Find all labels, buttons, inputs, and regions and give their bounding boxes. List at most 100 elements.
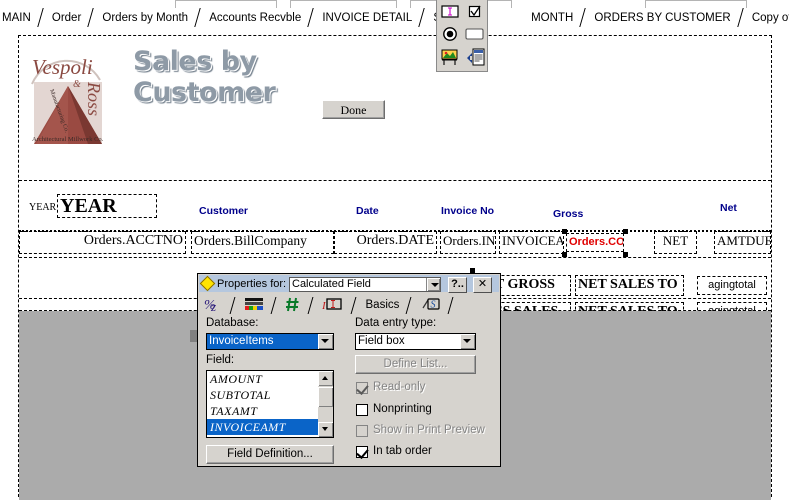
tab-stub-row (0, 0, 789, 8)
summary-row-1-agingtotal[interactable]: agingtotal (697, 276, 767, 295)
in-tab-order-label: In tab order (373, 445, 432, 457)
chevron-down-icon[interactable] (318, 334, 333, 349)
field-amtdue[interactable]: AMTDUE (714, 231, 771, 254)
done-button[interactable]: Done (322, 100, 385, 119)
properties-dialog-titlebar[interactable]: Properties for: Calculated Field ?.. ✕ (199, 275, 499, 293)
close-button[interactable]: ✕ (473, 277, 492, 293)
field-tab[interactable]: I (319, 296, 347, 315)
picture-easel-icon (441, 49, 457, 65)
hash-icon (286, 297, 299, 312)
checkbox-box[interactable] (356, 404, 368, 416)
form-tools-palette[interactable] (436, 0, 488, 72)
field-list-item[interactable]: SUBTOTAL (207, 387, 333, 403)
scroll-up-arrow[interactable] (318, 371, 333, 386)
svg-text:S: S (430, 300, 435, 311)
year-field[interactable]: YEAR (57, 194, 157, 218)
tool-row-1 (437, 0, 487, 22)
properties-dialog[interactable]: Properties for: Calculated Field ?.. ✕ %… (197, 273, 501, 467)
field-net[interactable]: NET (654, 231, 697, 254)
field-list-scrollbar[interactable] (318, 371, 333, 437)
object-selector-value: Calculated Field (292, 278, 371, 290)
field-invoicea[interactable]: INVOICEA (499, 231, 564, 254)
chevron-down-icon[interactable] (460, 334, 475, 349)
subform-tool[interactable] (462, 44, 487, 70)
field-orders-co-selected[interactable]: Orders.CO (566, 233, 624, 252)
scroll-thumb[interactable] (318, 387, 333, 407)
rounded-button-icon (464, 28, 484, 40)
image-tool[interactable] (437, 44, 462, 70)
data-entry-type-label: Data entry type: (355, 317, 437, 329)
tab-separator (578, 8, 589, 28)
database-combo[interactable]: InvoiceItems (206, 333, 334, 350)
button-tool[interactable] (462, 22, 487, 46)
basics-tab[interactable]: Basics (363, 296, 403, 315)
field-list[interactable]: AMOUNT SUBTOTAL TAXAMT INVOICEAMT (206, 370, 334, 438)
tab-month[interactable]: MONTH (529, 8, 575, 28)
selection-handle[interactable] (562, 229, 567, 234)
radio-button-tool[interactable] (437, 22, 462, 46)
company-logo: Vespoli & Ross Manufacturing Co. Archite… (26, 44, 110, 154)
tab-separator (193, 8, 204, 28)
field-orders-in[interactable]: Orders.IN (440, 231, 496, 254)
vespoli-ross-logo-icon: Vespoli & Ross Manufacturing Co. Archite… (31, 55, 104, 144)
column-header-date: Date (356, 205, 379, 217)
tab-separator (736, 8, 747, 28)
tab-orders-by-customer[interactable]: ORDERS BY CUSTOMER (592, 8, 732, 28)
field-orders-billcompany[interactable]: Orders.BillCompany (191, 231, 334, 254)
window-edge-chip (190, 330, 197, 342)
object-selector-combo[interactable]: Calculated Field (289, 277, 441, 292)
basics-tab-label: Basics (365, 299, 400, 311)
tab-accounts-recvble[interactable]: Accounts Recvble (207, 8, 303, 28)
svg-text:Ross: Ross (84, 81, 104, 116)
tab-separator (417, 8, 428, 28)
scroll-down-arrow[interactable] (318, 422, 333, 437)
tool-row-3 (437, 44, 487, 66)
selection-handle[interactable] (623, 229, 628, 234)
tab-separator (350, 296, 359, 315)
script-s-icon: S (421, 298, 440, 311)
text-field-tool[interactable] (437, 0, 462, 22)
data-entry-type-combo[interactable]: Field box (355, 333, 476, 350)
text-field-icon: I (321, 298, 343, 312)
svg-text:Vespoli: Vespoli (32, 55, 93, 79)
tab-stub (175, 0, 277, 8)
define-list-button: Define List... (355, 355, 476, 374)
tab-separator (307, 296, 316, 315)
help-button[interactable]: ?.. (448, 277, 467, 293)
field-list-item[interactable]: AMOUNT (207, 371, 333, 387)
field-definition-button[interactable]: Field Definition... (206, 445, 334, 464)
band-separator-title (19, 180, 771, 181)
color-tab[interactable] (241, 296, 267, 315)
tab-orders-by-month[interactable]: Orders by Month (100, 8, 190, 28)
format-text-tab[interactable]: % z (200, 296, 226, 315)
script-tab[interactable]: S (418, 296, 444, 315)
properties-diamond-icon (201, 277, 214, 290)
tab-row: MAIN Order Orders by Month Accounts Recv… (0, 8, 789, 30)
text-cursor-box-icon (440, 4, 459, 18)
checkbox-tool[interactable] (462, 0, 487, 22)
summary-row-1-net[interactable]: NET SALES TO (575, 275, 684, 296)
database-combo-value: InvoiceItems (209, 335, 274, 347)
tab-invoice-detail[interactable]: INVOICE DETAIL (320, 8, 414, 28)
number-tab[interactable] (282, 296, 304, 315)
field-orders-acctno[interactable]: Orders.ACCTNO (19, 231, 186, 254)
tab-separator (447, 296, 456, 315)
svg-text:&: & (73, 79, 81, 90)
properties-basics-panel: Database: InvoiceItems Field: AMOUNT SUB… (200, 317, 498, 465)
checkbox-box[interactable] (356, 446, 369, 459)
report-layout-canvas[interactable]: Vespoli & Ross Manufacturing Co. Archite… (0, 30, 789, 500)
field-list-item[interactable]: TAXAMT (207, 403, 333, 419)
tab-separator (86, 8, 97, 28)
page-title: Sales by Customer (133, 46, 276, 108)
chevron-down-icon[interactable] (426, 278, 440, 291)
tab-order[interactable]: Order (50, 8, 83, 28)
tool-row-2 (437, 22, 487, 44)
field-list-item-selected[interactable]: INVOICEAMT (207, 419, 333, 435)
tab-separator (36, 8, 47, 28)
tab-main[interactable]: MAIN (0, 8, 33, 28)
tab-copy-of-invoice[interactable]: Copy of Invoice (750, 8, 789, 28)
band-separator-detail (19, 257, 771, 258)
column-header-net: Net (720, 202, 737, 214)
field-orders-date[interactable]: Orders.DATE (334, 231, 437, 254)
tab-separator (229, 296, 238, 315)
